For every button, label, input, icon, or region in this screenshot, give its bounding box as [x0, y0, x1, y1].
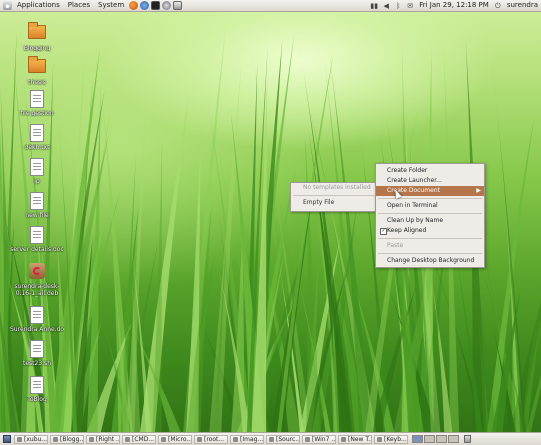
- taskbar-button[interactable]: [Imag...: [230, 434, 264, 444]
- taskbar-button[interactable]: [Micro...: [158, 434, 192, 444]
- desktop-icon[interactable]: test23.sh: [10, 340, 64, 367]
- trash-icon[interactable]: [464, 435, 471, 443]
- document-icon: [30, 124, 44, 142]
- workspace-2[interactable]: [424, 435, 435, 443]
- desktop-icon[interactable]: server details.doc: [10, 226, 64, 253]
- taskbar-button[interactable]: [root...: [194, 434, 228, 444]
- volume-icon[interactable]: ◀: [382, 2, 390, 10]
- top-panel: Applications Places System ▮▮ ◀ ᛒ ✉ Fri …: [0, 0, 541, 12]
- create-document-submenu: No templates installed Empty File: [290, 182, 378, 212]
- document-icon: [30, 376, 44, 394]
- desktop-icon[interactable]: ip: [10, 158, 64, 185]
- taskbar-button[interactable]: [New T...: [338, 434, 372, 444]
- window-icon: [89, 436, 94, 442]
- desktop-context-menu: Create Folder Create Launcher... Create …: [375, 163, 485, 268]
- window-icon: [53, 436, 58, 442]
- bluetooth-icon[interactable]: ᛒ: [394, 2, 402, 10]
- desktop-icon[interactable]: new file: [10, 192, 64, 219]
- applications-menu[interactable]: Applications: [13, 0, 64, 11]
- menu-item-change-background[interactable]: Change Desktop Background: [376, 256, 484, 266]
- browser-launcher-icon[interactable]: [140, 1, 150, 10]
- window-icon: [269, 436, 274, 442]
- workspace-switcher: [412, 435, 460, 443]
- debian-package-icon: [29, 263, 45, 279]
- system-menu[interactable]: System: [94, 0, 128, 11]
- power-icon[interactable]: ⏻: [494, 2, 502, 10]
- menu-item-keep-aligned[interactable]: ✓ Keep Aligned: [376, 226, 484, 236]
- checkbox-icon[interactable]: ✓: [380, 228, 387, 235]
- menu-item-create-folder[interactable]: Create Folder: [376, 166, 484, 176]
- document-icon: [30, 158, 44, 176]
- document-icon: [30, 90, 44, 108]
- submenu-arrow-icon: ▶: [476, 187, 481, 194]
- system-tray: ▮▮ ◀ ᛒ ✉ Fri Jan 29, 12:18 PM ⏻ surendra: [368, 0, 541, 11]
- desktop-icon[interactable]: Blogging: [10, 22, 64, 52]
- folder-icon: [28, 22, 46, 39]
- bottom-panel: [xubu... [Blogg... [Right ... [CMD... [M…: [0, 432, 541, 445]
- show-desktop-icon[interactable]: [3, 435, 11, 443]
- desktop-icon[interactable]: dekh.txt: [10, 124, 64, 151]
- desktop-icon[interactable]: thesis: [10, 56, 64, 86]
- taskbar-button[interactable]: [CMD...: [122, 434, 156, 444]
- menu-separator: [378, 213, 482, 214]
- firefox-launcher-icon[interactable]: [129, 1, 139, 10]
- submenu-item-no-templates: No templates installed: [303, 184, 371, 191]
- menu-separator: [378, 198, 482, 199]
- window-icon: [125, 436, 130, 442]
- menu-item-clean-up[interactable]: Clean Up by Name: [376, 216, 484, 226]
- taskbar-button[interactable]: [Right ...: [86, 434, 120, 444]
- window-icon: [197, 436, 202, 442]
- workspace-1[interactable]: [412, 435, 423, 443]
- window-icon: [341, 436, 346, 442]
- menu-separator: [378, 253, 482, 254]
- window-icon: [377, 436, 382, 442]
- taskbar-button[interactable]: [Win7 ...: [302, 434, 336, 444]
- folder-icon: [28, 56, 46, 73]
- menu-item-create-launcher[interactable]: Create Launcher...: [376, 176, 484, 186]
- places-menu[interactable]: Places: [64, 0, 94, 11]
- document-icon: [30, 340, 44, 358]
- desktop-icon[interactable]: file.gestion: [10, 90, 64, 117]
- menu-separator: [378, 238, 482, 239]
- submenu-separator: [293, 195, 375, 196]
- taskbar-button[interactable]: [Sourc...: [266, 434, 300, 444]
- desktop-icon[interactable]: Surendra Anne.doc: [10, 306, 64, 333]
- user-name[interactable]: surendra: [507, 0, 538, 11]
- workspace-3[interactable]: [436, 435, 447, 443]
- terminal-launcher-icon[interactable]: [151, 1, 161, 10]
- window-icon: [161, 436, 166, 442]
- gnome-foot-icon[interactable]: [3, 1, 12, 10]
- menu-item-open-terminal[interactable]: Open in Terminal: [376, 201, 484, 211]
- chat-launcher-icon[interactable]: [162, 1, 172, 10]
- taskbar-button[interactable]: [Blogg...: [50, 434, 84, 444]
- desktop-icon[interactable]: ToBlog: [10, 376, 64, 403]
- window-icon: [305, 436, 310, 442]
- document-icon: [30, 192, 44, 210]
- screenshot-launcher-icon[interactable]: [173, 1, 183, 10]
- mail-icon[interactable]: ✉: [406, 2, 414, 10]
- desktop-icon[interactable]: surendra-desk-0.16-1_all.deb: [10, 262, 64, 297]
- menu-item-paste: Paste: [387, 242, 404, 249]
- clock[interactable]: Fri Jan 29, 12:18 PM: [419, 0, 489, 11]
- workspace-4[interactable]: [448, 435, 459, 443]
- taskbar-button[interactable]: [Keyb...: [374, 434, 408, 444]
- window-icon: [17, 436, 22, 442]
- taskbar-button[interactable]: [xubu...: [14, 434, 48, 444]
- document-icon: [30, 306, 44, 324]
- submenu-item-empty-file[interactable]: Empty File: [291, 198, 377, 208]
- network-icon[interactable]: ▮▮: [370, 2, 378, 10]
- window-icon: [233, 436, 238, 442]
- document-icon: [30, 226, 44, 244]
